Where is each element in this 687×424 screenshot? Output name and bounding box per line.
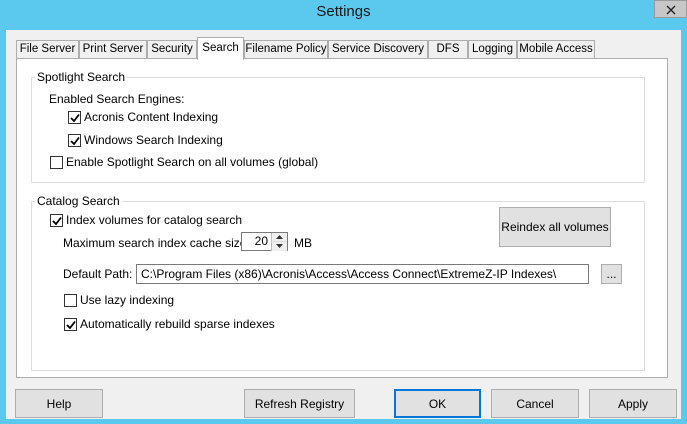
default-path-label: Default Path: xyxy=(63,267,133,281)
cache-size-value: 20 xyxy=(254,234,268,248)
dialog-client-area: File Server Print Server Security Search… xyxy=(6,30,681,419)
spin-down-button[interactable] xyxy=(271,242,287,251)
checkmark-icon xyxy=(52,216,62,226)
tab-file-server[interactable]: File Server xyxy=(16,40,79,59)
acronis-indexing-label[interactable]: Acronis Content Indexing xyxy=(84,110,218,124)
search-tab-page: Spotlight Search Enabled Search Engines:… xyxy=(16,58,668,378)
tab-label: Filename Policy xyxy=(245,43,327,55)
index-volumes-checkbox[interactable] xyxy=(50,214,63,227)
checkmark-icon xyxy=(70,136,80,146)
help-button[interactable]: Help xyxy=(15,389,103,418)
tab-label: File Server xyxy=(19,43,76,55)
tab-label: Logging xyxy=(472,43,513,55)
tab-label: DFS xyxy=(436,43,460,55)
tab-service-discovery[interactable]: Service Discovery xyxy=(328,40,428,59)
spin-up-button[interactable] xyxy=(271,233,287,242)
window-title: Settings xyxy=(316,3,371,20)
checkmark-icon xyxy=(70,113,80,123)
settings-window: Settings File Server Print Server Securi… xyxy=(0,0,687,424)
arrow-down-icon xyxy=(276,244,283,248)
ok-button[interactable]: OK xyxy=(394,389,481,418)
windows-indexing-label[interactable]: Windows Search Indexing xyxy=(84,133,223,147)
tab-label: Print Server xyxy=(82,43,144,55)
cache-size-label: Maximum search index cache size xyxy=(63,236,247,250)
tab-print-server[interactable]: Print Server xyxy=(79,40,147,59)
close-icon xyxy=(666,5,676,15)
default-path-input[interactable]: C:\Program Files (x86)\Acronis\Access\Ac… xyxy=(136,264,589,284)
spotlight-search-label: Spotlight Search xyxy=(35,70,128,84)
spotlight-global-label[interactable]: Enable Spotlight Search on all volumes (… xyxy=(66,155,318,169)
tab-dfs[interactable]: DFS xyxy=(428,40,468,59)
catalog-search-label: Catalog Search xyxy=(35,194,122,208)
tab-search[interactable]: Search xyxy=(197,37,244,60)
refresh-registry-button[interactable]: Refresh Registry xyxy=(244,389,355,418)
enabled-engines-label: Enabled Search Engines: xyxy=(49,92,185,106)
rebuild-sparse-checkbox[interactable] xyxy=(64,318,77,331)
spotlight-global-checkbox[interactable] xyxy=(50,156,63,169)
cache-size-spinner[interactable]: 20 xyxy=(241,232,288,251)
arrow-up-icon xyxy=(276,235,283,239)
tab-logging[interactable]: Logging xyxy=(468,40,517,59)
windows-indexing-checkbox[interactable] xyxy=(68,134,81,147)
reindex-all-button[interactable]: Reindex all volumes xyxy=(499,207,611,247)
tab-label: Search xyxy=(202,42,239,54)
acronis-indexing-checkbox[interactable] xyxy=(68,111,81,124)
tab-filename-policy[interactable]: Filename Policy xyxy=(244,40,328,59)
tab-mobile-access[interactable]: Mobile Access xyxy=(517,40,595,59)
cache-size-unit: MB xyxy=(294,236,312,250)
tab-label: Mobile Access xyxy=(519,43,593,55)
checkmark-icon xyxy=(66,320,76,330)
tab-label: Security xyxy=(151,43,193,55)
title-bar[interactable]: Settings xyxy=(0,0,687,24)
cancel-button[interactable]: Cancel xyxy=(491,389,579,418)
close-button[interactable] xyxy=(654,0,687,18)
rebuild-sparse-label[interactable]: Automatically rebuild sparse indexes xyxy=(80,317,275,331)
index-volumes-label[interactable]: Index volumes for catalog search xyxy=(66,213,242,227)
lazy-indexing-label[interactable]: Use lazy indexing xyxy=(80,293,174,307)
tab-label: Service Discovery xyxy=(331,43,425,55)
tab-security[interactable]: Security xyxy=(147,40,197,59)
lazy-indexing-checkbox[interactable] xyxy=(64,294,77,307)
browse-path-button[interactable]: ... xyxy=(601,264,622,284)
apply-button[interactable]: Apply xyxy=(589,389,677,418)
